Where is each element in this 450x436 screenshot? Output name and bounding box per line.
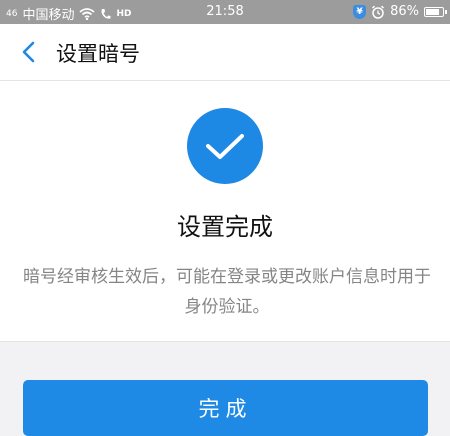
page-title: 设置暗号 bbox=[56, 42, 140, 66]
result-card: 设置完成 暗号经审核生效后，可能在登录或更改账户信息时用于身份验证。 bbox=[0, 81, 450, 342]
status-bar: 46 中国移动 HD 21:58 ¥ 86% bbox=[0, 0, 450, 24]
result-description: 暗号经审核生效后，可能在登录或更改账户信息时用于身份验证。 bbox=[23, 267, 431, 317]
success-check-badge bbox=[187, 108, 263, 184]
battery-level-fill bbox=[426, 8, 439, 15]
checkmark-icon bbox=[206, 134, 244, 159]
status-bar-right: ¥ 86% bbox=[353, 4, 447, 19]
done-button[interactable]: 完成 bbox=[23, 380, 428, 436]
alarm-clock-icon bbox=[372, 5, 385, 19]
back-button[interactable] bbox=[14, 37, 44, 67]
result-title: 设置完成 bbox=[177, 213, 273, 241]
security-shield-icon: ¥ bbox=[353, 4, 367, 19]
battery-percent: 86% bbox=[390, 4, 419, 19]
navigation-bar: 设置暗号 bbox=[0, 24, 450, 81]
battery-icon bbox=[424, 6, 447, 17]
chevron-left-icon bbox=[22, 41, 35, 63]
